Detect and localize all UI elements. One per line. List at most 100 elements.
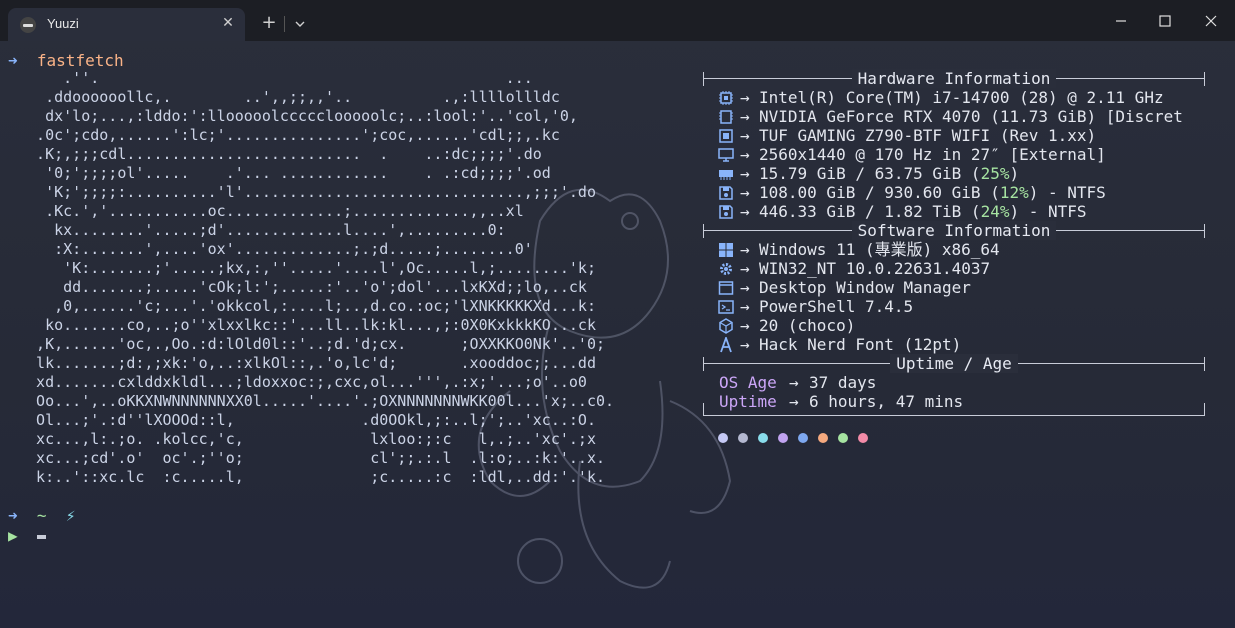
percentage: 25% bbox=[980, 164, 1010, 183]
disk-icon bbox=[718, 204, 734, 220]
window-icon bbox=[718, 280, 734, 296]
font-icon bbox=[718, 335, 734, 353]
logo-line: ko.......co,..;o''xlxxlkc::'...ll..lk:kl… bbox=[18, 316, 596, 334]
minimize-button[interactable] bbox=[1106, 9, 1136, 33]
ascii-logo: .''. ... .ddoooooollc,. ..',,;;,,'.. .,:… bbox=[18, 69, 614, 487]
logo-line: ,0,......'c;...'.'okkcol,:....l;..,d.co.… bbox=[18, 297, 596, 315]
system-info-panel: Hardware Information → Intel(R) Core(TM) … bbox=[703, 69, 1213, 451]
uptime-value: 6 hours, 47 mins bbox=[809, 392, 964, 411]
color-palette bbox=[703, 425, 1213, 451]
palette-dot bbox=[838, 433, 848, 443]
windows-icon bbox=[718, 242, 734, 258]
hardware-title: Hardware Information bbox=[851, 69, 1057, 88]
uptime-header: Uptime / Age bbox=[703, 354, 1213, 373]
command-text: fastfetch bbox=[36, 51, 124, 70]
info-value: Desktop Window Manager bbox=[759, 278, 971, 297]
info-value: 2560x1440 @ 170 Hz in 27″ [External] bbox=[759, 145, 1106, 164]
hardware-row: → 2560x1440 @ 170 Hz in 27″ [External] bbox=[703, 145, 1213, 164]
input-line[interactable]: ▶ bbox=[8, 526, 46, 545]
software-header: Software Information bbox=[703, 221, 1213, 240]
uptime-row: OS Age → 37 days bbox=[703, 373, 1213, 392]
title-bar: Yuuzi ✕ + bbox=[0, 0, 1235, 41]
terminal-profile-icon bbox=[20, 17, 36, 33]
logo-line: xc...;cd'.o' oc'.;''o; cl';;.:.l .l:o;..… bbox=[18, 449, 605, 467]
lightning-icon: ⚡ bbox=[65, 506, 76, 525]
arrow-icon: → bbox=[740, 183, 750, 202]
hardware-row: → NVIDIA GeForce RTX 4070 (11.73 GiB) [Di… bbox=[703, 107, 1213, 126]
motherboard-icon bbox=[718, 128, 734, 144]
palette-dot bbox=[758, 433, 768, 443]
hardware-row: → 446.33 GiB / 1.82 TiB (24%) - NTFS bbox=[703, 202, 1213, 221]
software-row: → WIN32_NT 10.0.22631.4037 bbox=[703, 259, 1213, 278]
palette-dot bbox=[798, 433, 808, 443]
logo-line: xc...,l:.;o. .kolcc,'c, lxloo:;:c l,.;..… bbox=[18, 430, 596, 448]
arrow-icon: → bbox=[740, 316, 750, 335]
arrow-icon: → bbox=[740, 88, 750, 107]
prompt-line: ➜ fastfetch bbox=[8, 51, 124, 70]
logo-line: .ddoooooollc,. ..',,;;,,'.. .,:llllollld… bbox=[18, 88, 560, 106]
info-value: PowerShell 7.4.5 bbox=[759, 297, 914, 316]
arrow-icon: → bbox=[740, 145, 750, 164]
hardware-row: → 15.79 GiB / 63.75 GiB (25%) bbox=[703, 164, 1213, 183]
prompt-arrow-icon: ➜ bbox=[8, 506, 18, 525]
logo-line: :X:.......',....'ox'.............;.;d...… bbox=[18, 240, 533, 258]
logo-line: dx'lo;...,:lddo:':llooooolccccclooooolc;… bbox=[18, 107, 578, 125]
arrow-icon: → bbox=[740, 297, 750, 316]
info-value: WIN32_NT 10.0.22631.4037 bbox=[759, 259, 991, 278]
bottom-border bbox=[703, 403, 1213, 425]
uptime-label: Uptime bbox=[719, 392, 777, 411]
palette-dot bbox=[738, 433, 748, 443]
chevron-down-icon[interactable] bbox=[288, 13, 312, 35]
tab-close-icon[interactable]: ✕ bbox=[218, 13, 238, 33]
disk-icon bbox=[718, 185, 734, 201]
hardware-row: → TUF GAMING Z790-BTF WIFI (Rev 1.xx) bbox=[703, 126, 1213, 145]
info-value: Hack Nerd Font (12pt) bbox=[759, 335, 962, 354]
directory-text: ~ bbox=[36, 506, 47, 525]
monitor-icon bbox=[718, 147, 734, 163]
logo-line: xd.......cxlddxkldl...;ldoxxoc:;,cxc,ol.… bbox=[18, 373, 587, 391]
logo-line: Oo...',..oKKXNWNNNNNNXX0l.....'....'.;OX… bbox=[18, 392, 615, 410]
memory-icon bbox=[718, 166, 734, 182]
logo-line: k:..'::xc.lc :c.....l, ;c.....:c :ldl,..… bbox=[18, 468, 605, 486]
tab-yuuzi[interactable]: Yuuzi ✕ bbox=[8, 8, 245, 41]
logo-line: '0;';;;;ol'..... .'... ............ . .:… bbox=[18, 164, 551, 182]
tab-title: Yuuzi bbox=[47, 16, 79, 31]
package-icon bbox=[718, 318, 734, 334]
logo-line: .K;,;;;cdl.......................... . .… bbox=[18, 145, 542, 163]
arrow-icon: → bbox=[740, 126, 750, 145]
gpu-icon bbox=[718, 109, 734, 125]
logo-line: kx........'.....;d'.............l....',.… bbox=[18, 221, 506, 239]
arrow-icon: → bbox=[740, 335, 750, 354]
arrow-icon: → bbox=[740, 202, 750, 221]
terminal-window: Yuuzi ✕ + ➜ fastfetch .''. ... .ddoooooo… bbox=[0, 0, 1235, 628]
palette-dot bbox=[818, 433, 828, 443]
logo-line: Ol...;'.:d''lXOOOd::l, .d0OOkl,;:..l;';.… bbox=[18, 411, 596, 429]
logo-line: .''. ... bbox=[18, 69, 533, 87]
new-tab-button[interactable]: + bbox=[256, 12, 282, 36]
logo-line: 'K:.......;'.....;kx,:,''.....'....l',Oc… bbox=[18, 259, 596, 277]
maximize-button[interactable] bbox=[1150, 9, 1180, 33]
prompt-line-2: ➜ ~ ⚡ bbox=[8, 506, 75, 525]
palette-dot bbox=[858, 433, 868, 443]
arrow-icon: → bbox=[789, 373, 799, 392]
uptime-title: Uptime / Age bbox=[890, 354, 1018, 373]
arrow-icon: → bbox=[740, 164, 750, 183]
percentage: 24% bbox=[980, 202, 1010, 221]
software-title: Software Information bbox=[851, 221, 1057, 240]
info-value: Intel(R) Core(TM) i7-14700 (28) @ 2.11 G… bbox=[759, 88, 1164, 107]
software-row: → Windows 11 (專業版) x86_64 bbox=[703, 240, 1213, 259]
info-value: 20 (choco) bbox=[759, 316, 856, 335]
logo-line: .0c';cdo,......':lc;'...............';co… bbox=[18, 126, 560, 144]
terminal-content[interactable]: ➜ fastfetch .''. ... .ddoooooollc,. ..',… bbox=[0, 41, 1235, 628]
close-window-button[interactable] bbox=[1196, 9, 1226, 33]
software-row: → 20 (choco) bbox=[703, 316, 1213, 335]
arrow-icon: → bbox=[740, 107, 750, 126]
terminal-icon bbox=[718, 299, 734, 315]
logo-line: .Kc.','...........oc.............;......… bbox=[18, 202, 524, 220]
info-value: 446.33 GiB / 1.82 TiB (24%) - NTFS bbox=[759, 202, 1087, 221]
logo-line: dd.......;.....'cOk;l:';.....:'..'o';dol… bbox=[18, 278, 587, 296]
palette-dot bbox=[778, 433, 788, 443]
uptime-label: OS Age bbox=[719, 373, 777, 392]
software-row: → PowerShell 7.4.5 bbox=[703, 297, 1213, 316]
logo-line: 'K;';;;;:..........'l'..................… bbox=[18, 183, 596, 201]
